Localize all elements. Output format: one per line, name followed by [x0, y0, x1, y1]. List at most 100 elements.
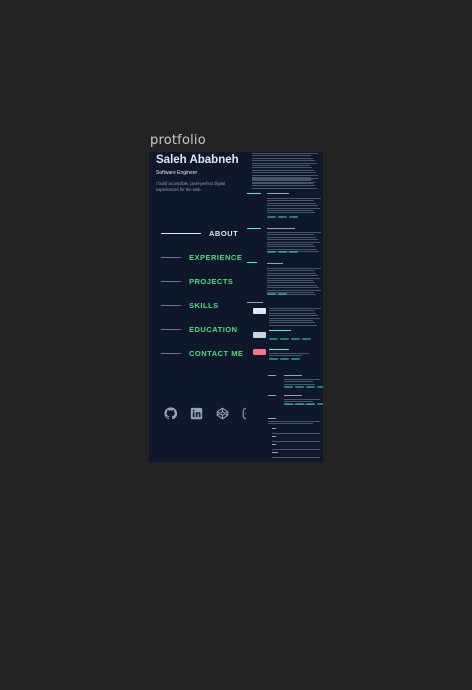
nav-item-projects[interactable]: PROJECTS	[161, 277, 233, 286]
tech-tag	[302, 338, 311, 340]
content-text-line	[267, 232, 321, 233]
content-text-line	[267, 263, 283, 264]
nav-indicator	[161, 281, 181, 282]
content-text-line	[272, 441, 320, 442]
content-text-line	[267, 193, 289, 194]
content-text-line	[272, 444, 276, 445]
card-title: protfolio	[150, 133, 206, 148]
portfolio-preview[interactable]: Saleh Ababneh Software Engineer I build …	[149, 152, 323, 462]
tech-tag	[284, 386, 293, 388]
content-text-line	[267, 205, 318, 207]
content-text-line	[252, 174, 318, 176]
content-text-line	[267, 287, 319, 289]
tech-tag	[295, 403, 304, 405]
content-text-line	[267, 234, 314, 236]
content-text-line	[252, 167, 312, 169]
codepen-icon[interactable]	[216, 407, 229, 420]
content-text-line	[269, 355, 302, 357]
content-text-line	[269, 317, 320, 319]
nav-item-contact[interactable]: CONTACT ME	[161, 349, 243, 358]
tech-tag	[317, 403, 323, 405]
content-text-line	[269, 353, 309, 354]
content-text-line	[267, 241, 320, 243]
tech-tag	[291, 358, 300, 360]
content-text-line	[267, 284, 317, 286]
tech-tag	[289, 251, 298, 253]
content-text-line	[252, 172, 316, 174]
content-text-line	[284, 379, 320, 380]
tech-tag	[269, 358, 278, 360]
content-text-line	[267, 289, 321, 291]
content-text-line	[272, 449, 320, 450]
tech-tag	[295, 386, 304, 388]
project-thumbnail[interactable]	[253, 332, 266, 338]
content-column	[246, 152, 323, 462]
content-text-line	[267, 246, 315, 248]
tech-tag	[267, 216, 276, 218]
content-text-line	[247, 228, 261, 229]
nav-item-skills[interactable]: SKILLS	[161, 301, 219, 310]
profile-name: Saleh Ababneh	[156, 154, 239, 166]
profile-role: Software Engineer	[156, 170, 198, 176]
content-text-line	[269, 324, 317, 326]
project-thumbnail[interactable]	[253, 308, 266, 314]
content-text-line	[267, 210, 313, 211]
content-text-line	[267, 248, 317, 250]
content-text-line	[269, 312, 316, 314]
content-text-line	[269, 349, 289, 350]
content-text-line	[284, 395, 302, 396]
content-text-line	[267, 244, 313, 245]
content-text-line	[269, 315, 318, 317]
content-text-line	[252, 157, 313, 159]
github-icon[interactable]	[164, 407, 177, 420]
content-text-line	[269, 330, 291, 331]
tech-tag	[269, 338, 278, 340]
content-text-line	[272, 436, 276, 437]
nav-item-label: EXPERIENCE	[189, 253, 243, 262]
content-text-line	[252, 160, 315, 162]
content-text-line	[252, 169, 314, 171]
content-text-line	[272, 452, 278, 453]
content-text-line	[252, 182, 313, 184]
content-text-line	[252, 180, 311, 182]
profile-panel: Saleh Ababneh Software Engineer I build …	[149, 152, 246, 462]
content-text-line	[267, 280, 313, 281]
nav-indicator	[161, 305, 181, 306]
tech-tag	[291, 338, 300, 340]
content-text-line	[272, 433, 320, 434]
content-text-line	[252, 165, 310, 166]
content-text-line	[268, 395, 276, 396]
content-text-line	[269, 322, 315, 324]
content-text-line	[267, 200, 314, 202]
nav-item-label: CONTACT ME	[189, 349, 244, 358]
content-text-line	[284, 383, 315, 385]
tech-tag	[278, 293, 287, 295]
nav-item-about[interactable]: ABOUT	[161, 229, 238, 238]
content-text-line	[272, 457, 320, 458]
tech-tag	[280, 358, 289, 360]
content-text-line	[247, 193, 261, 194]
profile-tagline: I build accessible, pixel-perfect digita…	[156, 181, 226, 192]
content-text-line	[268, 375, 276, 376]
project-thumbnail[interactable]	[253, 349, 266, 355]
nav-item-experience[interactable]: EXPERIENCE	[161, 253, 242, 262]
social-links	[164, 407, 246, 420]
content-text-line	[252, 178, 318, 179]
content-text-line	[268, 421, 320, 422]
nav-indicator	[161, 353, 181, 354]
tech-tag	[278, 251, 287, 253]
content-text-line	[267, 270, 314, 272]
tech-tag	[306, 386, 315, 388]
tech-tag	[267, 293, 276, 295]
content-text-line	[267, 282, 315, 284]
content-text-line	[267, 277, 320, 279]
nav-item-label: ABOUT	[209, 229, 239, 238]
nav-indicator	[161, 329, 181, 330]
content-text-line	[267, 228, 295, 229]
tech-tag	[317, 386, 323, 388]
content-text-line	[252, 153, 318, 154]
content-text-line	[267, 212, 315, 214]
linkedin-icon[interactable]	[190, 407, 203, 420]
content-text-line	[252, 185, 315, 187]
nav-item-education[interactable]: EDUCATION	[161, 325, 238, 334]
